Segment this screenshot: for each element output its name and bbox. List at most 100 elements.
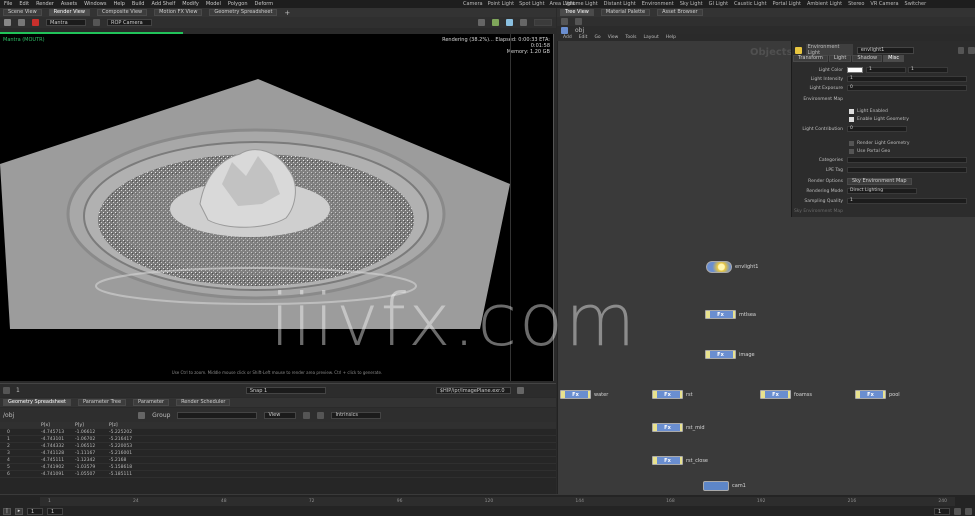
key-icon[interactable]	[954, 508, 961, 515]
node-name-field[interactable]: envlight1	[856, 46, 914, 54]
tab-transform[interactable]: Transform	[793, 55, 828, 62]
table-row[interactable]: 6 -4.741091 -1.05507 -5.185111	[0, 471, 556, 478]
tab-light[interactable]: Light	[828, 55, 852, 62]
menu-item[interactable]: Help	[113, 1, 124, 7]
tab-shadow[interactable]: Shadow	[852, 55, 883, 62]
table-row[interactable]: 2 -4.744332 -1.06512 -5.220053	[0, 443, 556, 450]
network-menu-item[interactable]: Edit	[579, 35, 588, 40]
grid-icon[interactable]	[520, 19, 527, 26]
node-envlight1[interactable]: envlight1	[706, 261, 758, 273]
node-path[interactable]: /obj	[3, 412, 14, 419]
add-tab-icon[interactable]: +	[284, 9, 290, 17]
lock-icon[interactable]	[93, 19, 100, 26]
menu-item[interactable]: Deform	[255, 1, 274, 7]
help-icon[interactable]	[968, 46, 975, 54]
tab-misc[interactable]: Misc	[883, 55, 905, 62]
shelf-tool[interactable]: Ambient Light	[807, 1, 842, 7]
stop-icon[interactable]	[32, 19, 39, 26]
shelf-tool[interactable]: VR Camera	[870, 1, 898, 7]
tab-render-view[interactable]: Render View	[48, 9, 90, 16]
points-icon[interactable]	[138, 411, 146, 419]
light-enabled-checkbox[interactable]	[849, 108, 854, 114]
display-mode-icon[interactable]	[478, 19, 485, 26]
color-swatch[interactable]	[847, 67, 863, 73]
region-icon[interactable]	[492, 19, 499, 26]
sky-env-subtab[interactable]: Sky Environment Map	[847, 177, 912, 185]
render-viewport[interactable]	[0, 34, 554, 381]
shelf-tool[interactable]: Camera	[463, 1, 483, 7]
table-row[interactable]: 1 -4.743101 -1.06702 -5.216417	[0, 436, 556, 443]
color-r-field[interactable]: 1	[866, 67, 906, 73]
network-menu-item[interactable]: Layout	[643, 35, 658, 40]
shelf-tool[interactable]: Spot Light	[519, 1, 544, 7]
timeline-ruler[interactable]: 1 24 48 72 96 120 144 168 192 216 240	[40, 497, 955, 506]
table-row[interactable]: 4 -4.745111 -1.12342 -5.2168	[0, 457, 556, 464]
intensity-field[interactable]: 1	[847, 76, 967, 82]
back-icon[interactable]	[561, 18, 568, 25]
group-field[interactable]	[177, 411, 258, 419]
tab-composite-view[interactable]: Composite View	[96, 9, 148, 16]
tab-motion-fx-view[interactable]: Motion FX View	[154, 9, 203, 16]
network-menu-item[interactable]: Add	[563, 35, 572, 40]
menu-item[interactable]: Model	[206, 1, 221, 7]
tab-asset-browser[interactable]: Asset Browser	[657, 9, 703, 16]
frame-start-field[interactable]: 1	[47, 508, 63, 515]
color-g-field[interactable]: 1	[908, 67, 948, 73]
shelf-tool[interactable]: Portal Light	[773, 1, 801, 7]
node-rst-close[interactable]: Fx rst_close	[652, 456, 708, 465]
shelf-tool[interactable]: Volume Light	[565, 1, 598, 7]
node-rst-mid[interactable]: Fx rst_mid	[652, 423, 705, 432]
filter-icon-2[interactable]	[317, 411, 325, 419]
menu-item[interactable]: Polygon	[228, 1, 248, 7]
portal-geo-checkbox[interactable]	[849, 148, 854, 154]
snapshot-icon[interactable]	[506, 19, 513, 26]
node-mtlsea[interactable]: Fx mtlsea	[705, 310, 756, 319]
menu-item[interactable]: Assets	[61, 1, 77, 7]
network-menu-item[interactable]: Tools	[625, 35, 636, 40]
tab-parameter-tree[interactable]: Parameter Tree	[78, 399, 127, 406]
gear-icon[interactable]	[516, 387, 524, 394]
node-pool[interactable]: Fx pool	[855, 390, 900, 399]
forward-icon[interactable]	[575, 18, 582, 25]
tab-render-scheduler[interactable]: Render Scheduler	[176, 399, 231, 406]
network-menu-item[interactable]: Go	[594, 35, 600, 40]
play-button[interactable]: ▸	[15, 508, 23, 515]
rendering-mode-select[interactable]: Direct Lighting	[847, 188, 917, 194]
sampling-quality-field[interactable]: 1	[847, 198, 967, 204]
lpe-tag-field[interactable]	[847, 167, 967, 173]
camera-select[interactable]: ROP Camera	[107, 19, 152, 26]
tab-scene-view[interactable]: Scene View	[3, 9, 42, 16]
network-path[interactable]: obj	[575, 27, 584, 34]
node-rst[interactable]: Fx rst	[652, 390, 693, 399]
tab-parameter[interactable]: Parameter	[133, 399, 170, 406]
snapshot-field[interactable]: Snap 1	[245, 387, 326, 394]
renderer-select[interactable]: Mantra	[46, 19, 86, 26]
shelf-tool[interactable]: Sky Light	[680, 1, 703, 7]
frame-end-field[interactable]: 1	[934, 508, 950, 515]
menu-item[interactable]: Add Shelf	[151, 1, 175, 7]
render-icon[interactable]	[4, 19, 11, 26]
shelf-tool[interactable]: Distant Light	[604, 1, 636, 7]
gear-icon[interactable]	[957, 46, 965, 54]
current-frame-field[interactable]: 1	[27, 508, 43, 515]
node-foamss[interactable]: Fx foamss	[760, 390, 812, 399]
network-menu-item[interactable]: View	[608, 35, 619, 40]
output-path-field[interactable]: $HIP/ipr/ImagePlane.exr.0	[435, 387, 511, 394]
render-geo-checkbox[interactable]	[849, 140, 854, 146]
filter-icon[interactable]	[303, 411, 311, 419]
categories-field[interactable]	[847, 157, 967, 163]
contribution-field[interactable]: 0	[847, 126, 907, 132]
menu-item[interactable]: Render	[36, 1, 54, 7]
table-row[interactable]: 3 -4.741128 -1.11167 -5.216001	[0, 450, 556, 457]
node-water[interactable]: Fx water	[560, 390, 608, 399]
tab-geometry-spreadsheet[interactable]: Geometry Spreadsheet	[209, 9, 278, 16]
node-cam1[interactable]: cam1	[703, 481, 746, 491]
shelf-tool[interactable]: Environment	[642, 1, 674, 7]
menu-item[interactable]: Windows	[84, 1, 106, 7]
menu-item[interactable]: File	[4, 1, 12, 7]
network-menu-item[interactable]: Help	[666, 35, 676, 40]
shelf-tool[interactable]: Caustic Light	[734, 1, 767, 7]
menu-item[interactable]: Modify	[182, 1, 199, 7]
shelf-tool[interactable]: Point Light	[488, 1, 514, 7]
table-row[interactable]: 5 -4.741902 -1.03579 -5.158618	[0, 464, 556, 471]
